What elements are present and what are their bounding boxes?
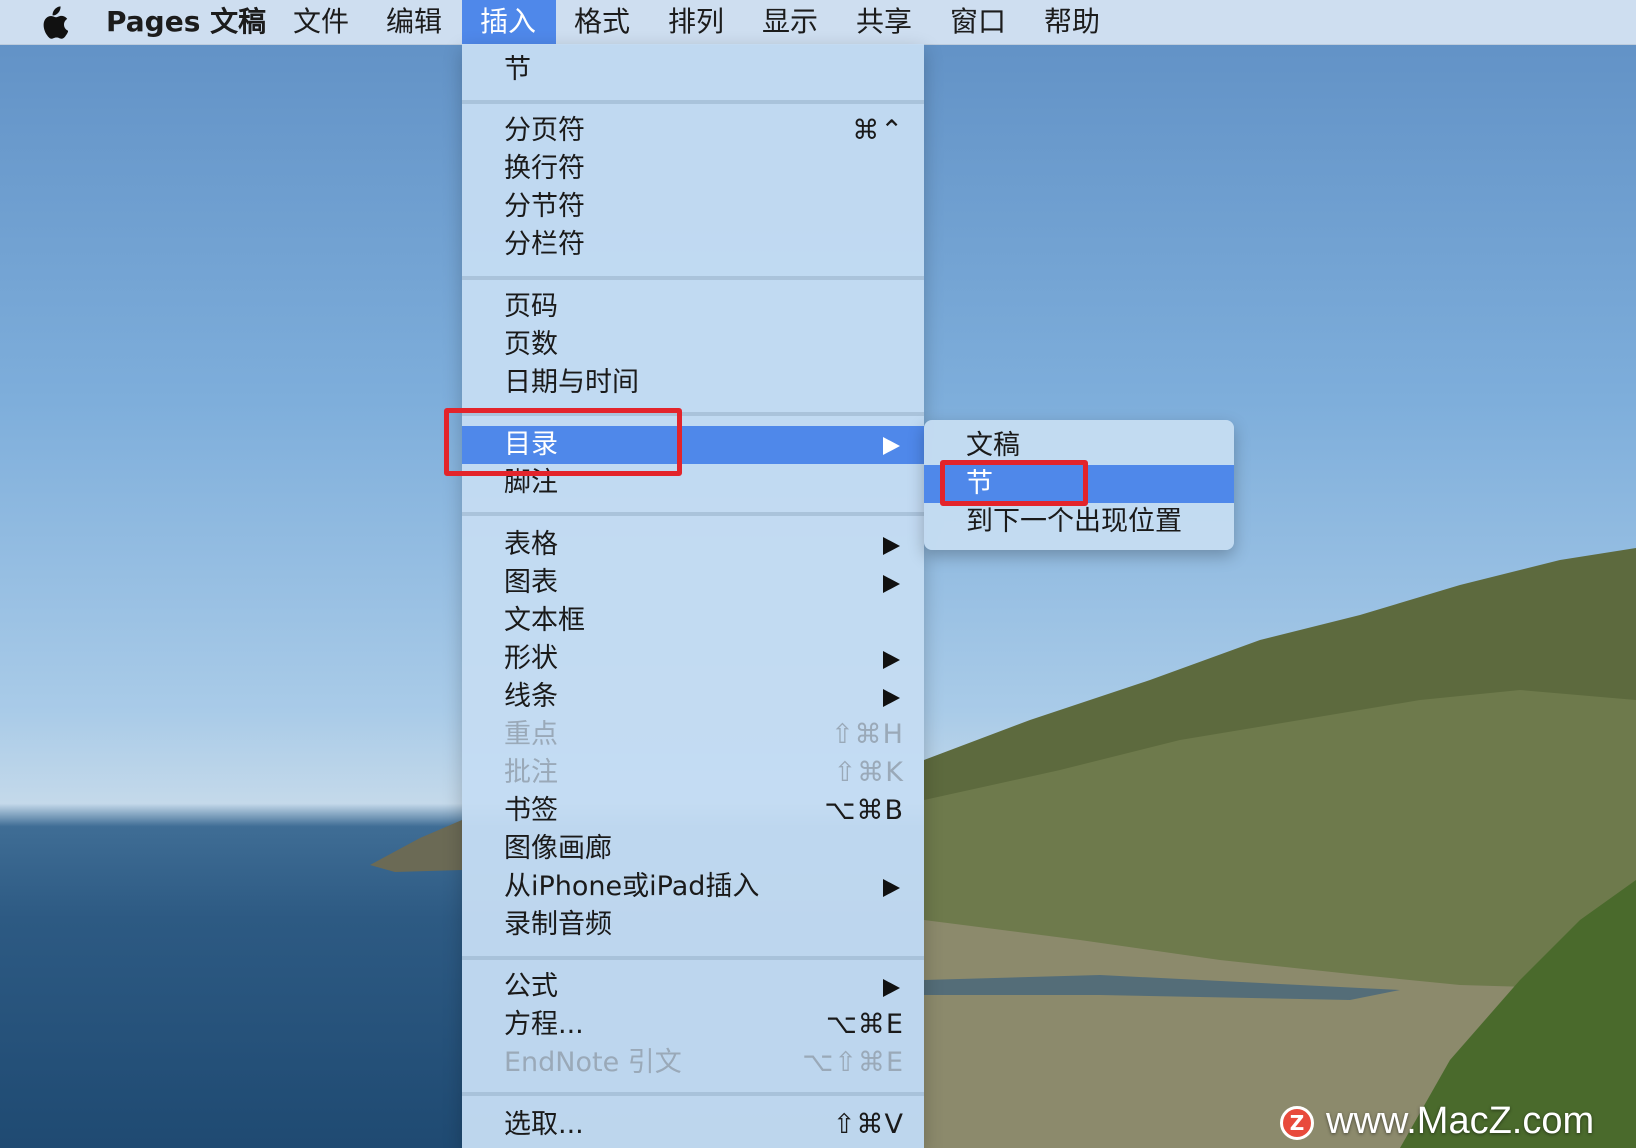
menu-separator [462, 100, 924, 104]
submenu-item-to-next-occurrence[interactable]: 到下一个出现位置 [924, 503, 1234, 541]
submenu-arrow-icon [883, 437, 900, 455]
menu-help[interactable]: 帮助 [1026, 0, 1118, 44]
menu-item-table[interactable]: 表格 [462, 526, 924, 564]
menu-separator [462, 956, 924, 960]
menu-item-label: 批注 [504, 757, 558, 788]
menu-edit[interactable]: 编辑 [368, 0, 460, 44]
menu-item-label: 文本框 [504, 605, 585, 636]
menu-separator [462, 1092, 924, 1096]
menu-item-section[interactable]: 节 [462, 51, 924, 89]
menu-item-shortcut: ⌥⌘E [825, 1009, 904, 1040]
menu-item-date-time[interactable]: 日期与时间 [462, 364, 924, 402]
menu-item-line[interactable]: 线条 [462, 678, 924, 716]
menu-item-label: 分栏符 [504, 229, 585, 260]
submenu-arrow-icon [883, 689, 900, 707]
menu-item-label: 录制音频 [504, 909, 612, 940]
menu-item-shortcut: ⌘⌃ [852, 115, 904, 146]
menu-item-text-box[interactable]: 文本框 [462, 602, 924, 640]
apple-icon[interactable] [38, 6, 68, 40]
menu-item-label: 图表 [504, 567, 558, 598]
highlight-box-section [940, 460, 1088, 506]
menu-bar: Pages 文稿 文件 编辑 插入 格式 排列 显示 共享 窗口 帮助 [0, 0, 1636, 45]
menu-view[interactable]: 显示 [744, 0, 836, 44]
menu-arrange[interactable]: 排列 [650, 0, 742, 44]
menu-item-chart[interactable]: 图表 [462, 564, 924, 602]
menu-item-label: 形状 [504, 643, 558, 674]
menu-item-label: 书签 [504, 795, 558, 826]
menu-item-label: 页数 [504, 329, 558, 360]
menu-item-bookmark[interactable]: 书签 ⌥⌘B [462, 792, 924, 830]
menu-item-label: 选取... [504, 1109, 584, 1140]
menu-item-label: 重点 [504, 719, 558, 750]
menu-item-page-break[interactable]: 分页符 ⌘⌃ [462, 112, 924, 150]
highlight-box-toc [444, 408, 682, 476]
menu-file[interactable]: 文件 [275, 0, 367, 44]
menu-item-label: 从iPhone或iPad插入 [504, 871, 760, 902]
menu-separator [462, 276, 924, 280]
menu-item-image-gallery[interactable]: 图像画廊 [462, 830, 924, 868]
menu-insert[interactable]: 插入 [462, 0, 556, 44]
menu-item-label: 页码 [504, 291, 558, 322]
submenu-item-label: 到下一个出现位置 [966, 506, 1182, 537]
submenu-arrow-icon [883, 979, 900, 997]
menu-item-page-count[interactable]: 页数 [462, 326, 924, 364]
menu-item-shortcut: ⌥⌘B [824, 795, 904, 826]
watermark-text: www.MacZ.com [1326, 1100, 1595, 1142]
menu-item-comment: 批注 ⇧⌘K [462, 754, 924, 792]
menu-item-label: 节 [504, 54, 531, 85]
insert-dropdown-menu: 节 分页符 ⌘⌃ 换行符 分节符 分栏符 页码 页数 日期与时间 目录 脚注 表… [462, 44, 924, 1148]
menu-item-highlight: 重点 ⇧⌘H [462, 716, 924, 754]
menu-item-label: 分页符 [504, 115, 585, 146]
submenu-arrow-icon [883, 651, 900, 669]
menu-item-formula[interactable]: 公式 [462, 968, 924, 1006]
submenu-arrow-icon [883, 879, 900, 897]
menu-item-label: 分节符 [504, 191, 585, 222]
menu-item-shortcut: ⇧⌘H [831, 719, 904, 750]
submenu-arrow-icon [883, 537, 900, 555]
menu-item-label: 表格 [504, 529, 558, 560]
menu-item-insert-from-iphone[interactable]: 从iPhone或iPad插入 [462, 868, 924, 906]
menu-item-label: 日期与时间 [504, 367, 639, 398]
menu-item-record-audio[interactable]: 录制音频 [462, 906, 924, 944]
menu-item-label: 换行符 [504, 153, 585, 184]
submenu-arrow-icon [883, 575, 900, 593]
menu-item-shortcut: ⇧⌘V [832, 1109, 904, 1140]
menu-format[interactable]: 格式 [556, 0, 648, 44]
menu-item-line-break[interactable]: 换行符 [462, 150, 924, 188]
menu-item-label: 公式 [504, 971, 558, 1002]
menu-item-shape[interactable]: 形状 [462, 640, 924, 678]
menu-item-label: 线条 [504, 681, 558, 712]
menu-item-label: 方程... [504, 1009, 584, 1040]
menu-separator [462, 512, 924, 516]
menu-share[interactable]: 共享 [838, 0, 930, 44]
menu-item-equation[interactable]: 方程... ⌥⌘E [462, 1006, 924, 1044]
menu-item-section-break[interactable]: 分节符 [462, 188, 924, 226]
menu-item-label: EndNote 引文 [504, 1047, 682, 1078]
menu-app-pages[interactable]: Pages 文稿 [88, 0, 284, 44]
menu-item-page-number[interactable]: 页码 [462, 288, 924, 326]
menu-item-endnote-citation: EndNote 引文 ⌥⇧⌘E [462, 1044, 924, 1082]
menu-item-shortcut: ⌥⇧⌘E [802, 1047, 904, 1078]
macz-logo-icon: Z [1280, 1106, 1314, 1140]
menu-item-label: 图像画廊 [504, 833, 612, 864]
menu-item-shortcut: ⇧⌘K [833, 757, 904, 788]
menu-item-choose[interactable]: 选取... ⇧⌘V [462, 1106, 924, 1144]
menu-window[interactable]: 窗口 [932, 0, 1024, 44]
menu-item-column-break[interactable]: 分栏符 [462, 226, 924, 264]
